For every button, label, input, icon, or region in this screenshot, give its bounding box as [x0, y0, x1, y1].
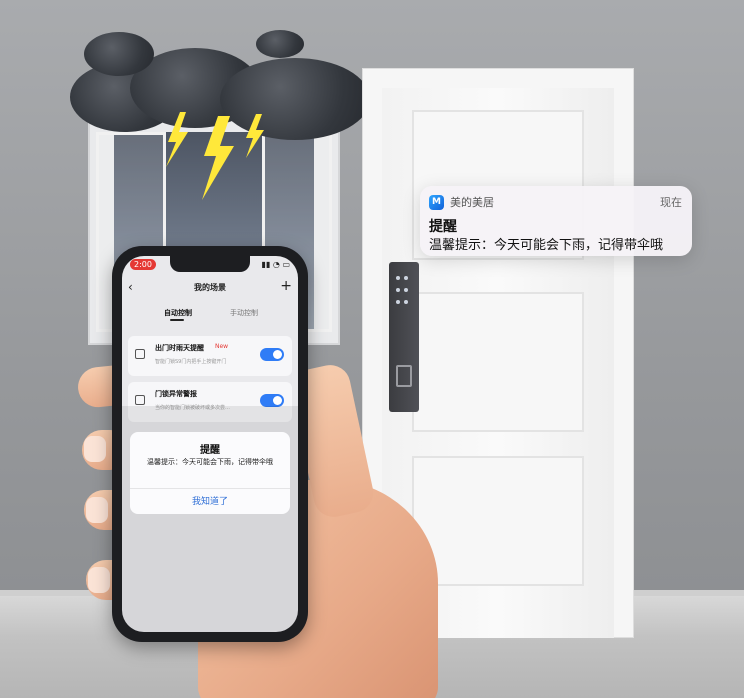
app-logo-icon: M	[429, 195, 444, 210]
dialog-divider	[130, 488, 290, 489]
plus-icon[interactable]: +	[280, 278, 292, 294]
fingernail	[88, 567, 110, 593]
status-time: 2:00	[130, 259, 156, 270]
dialog-ok-button[interactable]: 我知道了	[130, 494, 290, 507]
scene-tabs: 自动控制 手动控制	[122, 304, 298, 321]
toggle-knob	[273, 396, 282, 405]
device-icon	[135, 395, 145, 405]
keypad-dot	[396, 300, 400, 304]
fingernail	[86, 497, 108, 523]
wifi-icon: ◔	[272, 260, 280, 269]
keypad-dot	[396, 276, 400, 280]
phone-screen: 2:00 ▮▮ ◔ ▭ ‹ 我的场景 + 自动控制 手动控制 出门时雨天提醒 N…	[122, 256, 298, 632]
scene-toggle[interactable]	[260, 348, 284, 361]
scene-name: 出门时雨天提醒	[155, 344, 204, 352]
notification-time: 现在	[660, 196, 682, 209]
dialog-title: 提醒	[200, 445, 220, 456]
reminder-dialog: 提醒 温馨提示：今天可能会下雨，记得带伞哦 我知道了	[130, 432, 290, 514]
smartphone: 2:00 ▮▮ ◔ ▭ ‹ 我的场景 + 自动控制 手动控制 出门时雨天提醒 N…	[112, 246, 308, 642]
device-icon	[135, 349, 145, 359]
tab-auto-control[interactable]: 自动控制	[164, 308, 192, 318]
dialog-message: 温馨提示：今天可能会下雨，记得带伞哦	[147, 458, 273, 466]
storm-cloud-small	[84, 32, 154, 76]
tab-manual-control[interactable]: 手动控制	[230, 308, 258, 318]
keypad-dot	[404, 288, 408, 292]
push-notification[interactable]: M 美的美居 现在 提醒 温馨提示：今天可能会下雨，记得带伞哦	[420, 186, 692, 256]
signal-icon: ▮▮	[261, 260, 271, 269]
keypad-dot	[404, 276, 408, 280]
active-tab-indicator	[170, 319, 184, 321]
keypad-dot	[396, 288, 400, 292]
phone-notch	[170, 256, 250, 272]
scene-name: 门锁异常警报	[155, 390, 197, 398]
new-badge: New	[215, 343, 229, 350]
keypad-dot	[404, 300, 408, 304]
scene-card[interactable]: 出门时雨天提醒 New 智能门锁S9门内把手上按键开门	[128, 336, 292, 376]
notification-body: 温馨提示：今天可能会下雨，记得带伞哦	[429, 238, 664, 253]
background-scene: M 美的美居 现在 提醒 温馨提示：今天可能会下雨，记得带伞哦 2:00 ▮▮ …	[0, 0, 744, 698]
page-title: 我的场景	[194, 283, 226, 292]
lightning-bolt-icon	[166, 112, 264, 200]
fingernail	[84, 436, 106, 462]
status-icons: ▮▮ ◔ ▭	[262, 260, 290, 269]
nav-bar: ‹ 我的场景 +	[122, 278, 298, 298]
battery-icon: ▭	[282, 260, 290, 269]
notification-app-name: 美的美居	[450, 196, 494, 209]
scene-description: 智能门锁S9门内把手上按键开门	[155, 359, 227, 365]
toggle-knob	[273, 350, 282, 359]
storm-cloud-small	[256, 30, 304, 58]
notification-title: 提醒	[429, 219, 457, 235]
